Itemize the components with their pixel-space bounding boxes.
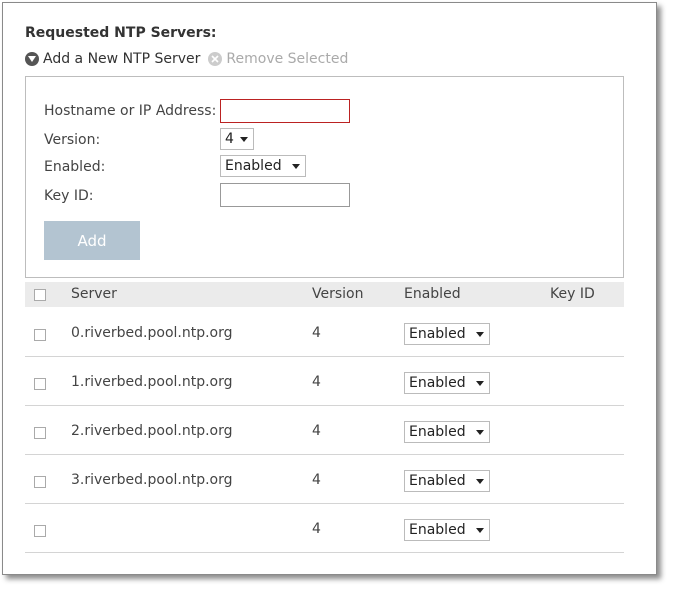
col-enabled[interactable]: Enabled	[404, 286, 461, 302]
version-cell: 4	[312, 325, 321, 341]
chevron-down-circle-icon	[25, 52, 39, 66]
chevron-down-icon	[292, 164, 300, 169]
add-ntp-server-button[interactable]: Add a New NTP Server	[25, 51, 200, 67]
action-bar: Add a New NTP Server Remove Selected	[25, 51, 356, 67]
col-server[interactable]: Server	[71, 286, 117, 302]
enabled-label: Enabled:	[44, 159, 106, 175]
version-cell: 4	[312, 423, 321, 439]
row-enabled-value: Enabled	[409, 522, 466, 538]
chevron-down-icon	[476, 381, 484, 386]
row-enabled-select[interactable]: Enabled	[404, 470, 490, 492]
row-checkbox[interactable]	[34, 329, 46, 341]
row-enabled-select[interactable]: Enabled	[404, 519, 490, 541]
select-all-checkbox[interactable]	[34, 289, 46, 301]
row-checkbox[interactable]	[34, 476, 46, 488]
keyid-label: Key ID:	[44, 188, 94, 204]
chevron-down-icon	[476, 528, 484, 533]
row-checkbox[interactable]	[34, 525, 46, 537]
remove-selected-label: Remove Selected	[226, 51, 349, 67]
chevron-down-icon	[476, 332, 484, 337]
row-enabled-value: Enabled	[409, 473, 466, 489]
table-row: 0.riverbed.pool.ntp.org 4 Enabled	[25, 308, 624, 357]
section-title: Requested NTP Servers:	[25, 25, 217, 41]
row-enabled-select[interactable]: Enabled	[404, 323, 490, 345]
version-select[interactable]: 4	[220, 128, 254, 150]
hostname-label: Hostname or IP Address:	[44, 103, 217, 119]
chevron-down-icon	[476, 430, 484, 435]
remove-selected-button[interactable]: Remove Selected	[208, 51, 348, 67]
chevron-down-icon	[240, 137, 248, 142]
enabled-select[interactable]: Enabled	[220, 155, 306, 177]
version-cell: 4	[312, 472, 321, 488]
table-row: 2.riverbed.pool.ntp.org 4 Enabled	[25, 406, 624, 455]
add-server-form: Hostname or IP Address: Version: 4 Enabl…	[25, 76, 624, 278]
col-key-id[interactable]: Key ID	[550, 286, 595, 302]
row-enabled-value: Enabled	[409, 326, 466, 342]
add-ntp-server-label: Add a New NTP Server	[43, 51, 201, 67]
col-version[interactable]: Version	[312, 286, 363, 302]
keyid-input[interactable]	[220, 183, 350, 207]
row-enabled-value: Enabled	[409, 424, 466, 440]
version-label: Version:	[44, 132, 101, 148]
server-cell: 0.riverbed.pool.ntp.org	[71, 325, 233, 341]
row-checkbox[interactable]	[34, 427, 46, 439]
table-row: 1.riverbed.pool.ntp.org 4 Enabled	[25, 357, 624, 406]
server-cell: 2.riverbed.pool.ntp.org	[71, 423, 233, 439]
row-enabled-value: Enabled	[409, 375, 466, 391]
row-enabled-select[interactable]: Enabled	[404, 421, 490, 443]
row-enabled-select[interactable]: Enabled	[404, 372, 490, 394]
ntp-panel: Requested NTP Servers: Add a New NTP Ser…	[2, 2, 657, 575]
version-select-value: 4	[225, 131, 234, 147]
server-cell: 1.riverbed.pool.ntp.org	[71, 374, 233, 390]
table-header: Server Version Enabled Key ID	[25, 282, 624, 307]
version-cell: 4	[312, 374, 321, 390]
table-row: 4 Enabled	[25, 504, 624, 553]
version-cell: 4	[312, 521, 321, 537]
add-button[interactable]: Add	[44, 221, 140, 260]
row-checkbox[interactable]	[34, 378, 46, 390]
hostname-input[interactable]	[220, 99, 350, 123]
server-cell: 3.riverbed.pool.ntp.org	[71, 472, 233, 488]
close-circle-icon	[208, 52, 223, 66]
table-row: 3.riverbed.pool.ntp.org 4 Enabled	[25, 455, 624, 504]
chevron-down-icon	[476, 479, 484, 484]
enabled-select-value: Enabled	[225, 158, 282, 174]
